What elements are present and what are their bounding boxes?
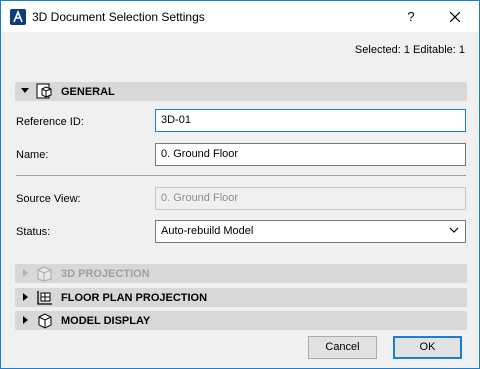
3d-document-icon — [36, 83, 52, 99]
source-view-field: 0. Ground Floor — [155, 187, 466, 210]
collapsed-triangle-icon — [23, 293, 28, 301]
3d-projection-icon — [37, 266, 52, 282]
collapsed-triangle-icon — [23, 316, 28, 324]
close-button[interactable] — [441, 5, 469, 29]
close-icon — [449, 11, 461, 23]
name-label: Name: — [16, 149, 49, 161]
name-field[interactable]: 0. Ground Floor — [155, 143, 466, 166]
chevron-down-icon — [449, 227, 459, 233]
expanded-triangle-icon — [21, 88, 29, 93]
selection-summary: Selected: 1 Editable: 1 — [354, 44, 465, 56]
cancel-button[interactable]: Cancel — [308, 336, 377, 359]
panel-label-floor-plan-projection: FLOOR PLAN PROJECTION — [61, 292, 208, 304]
archicad-app-icon — [10, 9, 26, 25]
dialog-footer: Cancel OK — [1, 333, 479, 368]
panel-label-general: GENERAL — [61, 86, 115, 98]
help-button[interactable]: ? — [397, 5, 425, 29]
panel-label-3d-projection: 3D PROJECTION — [61, 268, 150, 280]
dialog-title: 3D Document Selection Settings — [32, 10, 205, 24]
status-label: Status: — [16, 226, 51, 238]
separator — [16, 175, 466, 176]
panel-header-3d-projection: 3D PROJECTION — [15, 264, 467, 283]
panel-label-model-display: MODEL DISPLAY — [61, 315, 151, 327]
title-bar: 3D Document Selection Settings ? — [1, 1, 479, 32]
dialog-window: 3D Document Selection Settings ? Selecte… — [0, 0, 480, 369]
reference-id-field[interactable]: 3D-01 — [155, 109, 466, 132]
status-dropdown[interactable]: Auto-rebuild Model — [155, 220, 466, 243]
ok-button[interactable]: OK — [393, 336, 462, 359]
source-view-label: Source View: — [16, 193, 81, 205]
status-selected-value: Auto-rebuild Model — [161, 225, 254, 237]
panel-header-model-display[interactable]: MODEL DISPLAY — [15, 311, 467, 330]
reference-id-label: Reference ID: — [16, 116, 84, 128]
model-cube-icon — [38, 313, 52, 329]
collapsed-triangle-icon — [23, 269, 28, 277]
panel-header-general[interactable]: GENERAL — [15, 82, 467, 101]
panel-header-floor-plan-projection[interactable]: FLOOR PLAN PROJECTION — [15, 288, 467, 307]
floor-plan-icon — [37, 291, 52, 305]
